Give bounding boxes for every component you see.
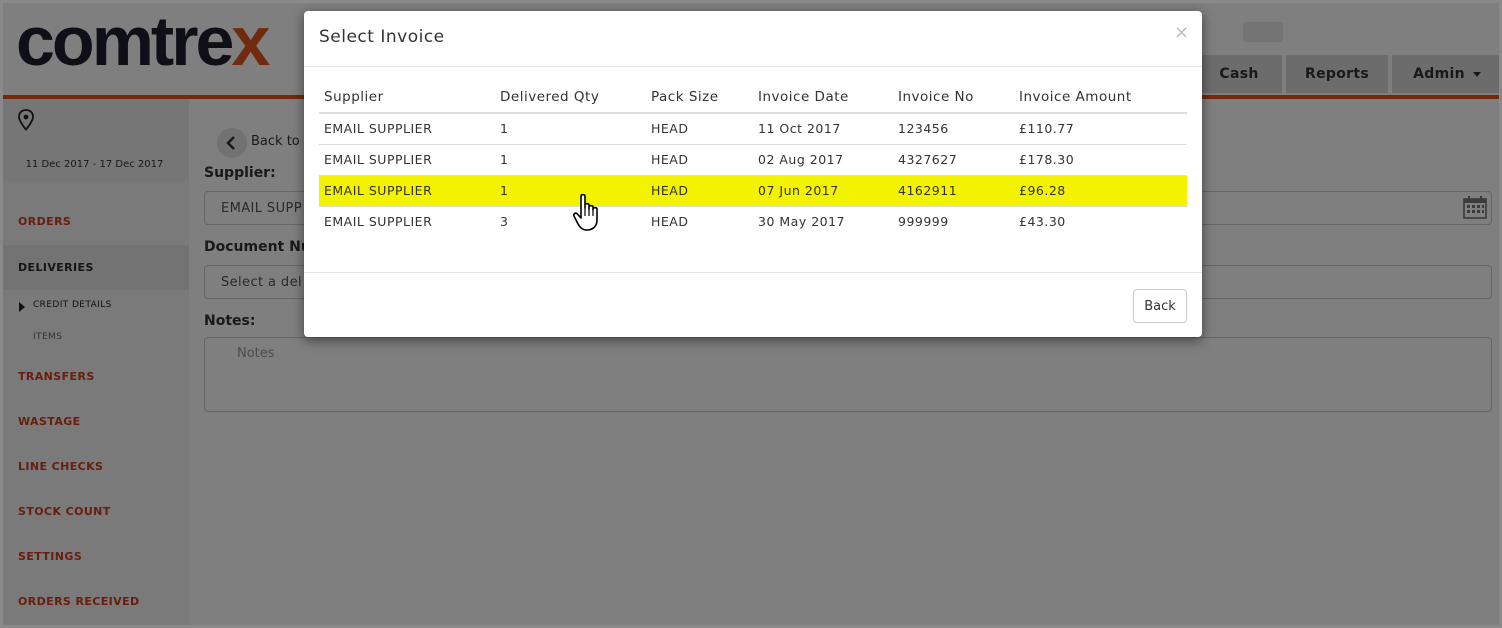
modal-footer: Back: [304, 272, 1202, 337]
cell-invoice-amount: £43.30: [1014, 205, 1187, 237]
table-row[interactable]: EMAIL SUPPLIER 1 HEAD 11 Oct 2017 123456…: [319, 112, 1187, 144]
back-button-modal[interactable]: Back: [1133, 289, 1187, 323]
cell-pack-size: HEAD: [646, 174, 753, 206]
cell-delivered-qty: 3: [495, 205, 646, 237]
cell-pack-size: HEAD: [646, 112, 753, 144]
cell-invoice-amount: £96.28: [1014, 174, 1187, 206]
cell-supplier: EMAIL SUPPLIER: [319, 112, 495, 144]
cell-supplier: EMAIL SUPPLIER: [319, 174, 495, 206]
table-row[interactable]: EMAIL SUPPLIER 1 HEAD 02 Aug 2017 432762…: [319, 143, 1187, 175]
select-invoice-modal: Select Invoice × Supplier Delivered Qty …: [304, 11, 1202, 337]
cell-invoice-no: 4327627: [893, 143, 1014, 175]
cell-invoice-amount: £178.30: [1014, 143, 1187, 175]
hand-pointer-icon: [572, 193, 598, 231]
cell-supplier: EMAIL SUPPLIER: [319, 205, 495, 237]
cell-invoice-no: 123456: [893, 112, 1014, 144]
cell-invoice-no: 999999: [893, 205, 1014, 237]
cell-invoice-date: 02 Aug 2017: [753, 143, 893, 175]
cell-invoice-amount: £110.77: [1014, 112, 1187, 144]
cell-pack-size: HEAD: [646, 143, 753, 175]
cell-delivered-qty: 1: [495, 112, 646, 144]
table-header-row: Supplier Delivered Qty Pack Size Invoice…: [319, 81, 1187, 114]
cell-invoice-date: 11 Oct 2017: [753, 112, 893, 144]
cell-pack-size: HEAD: [646, 205, 753, 237]
invoice-table: Supplier Delivered Qty Pack Size Invoice…: [319, 81, 1187, 237]
table-row[interactable]: EMAIL SUPPLIER 3 HEAD 30 May 2017 999999…: [319, 205, 1187, 237]
table-row-highlighted[interactable]: EMAIL SUPPLIER 1 HEAD 07 Jun 2017 416291…: [319, 174, 1187, 206]
cell-invoice-date: 07 Jun 2017: [753, 174, 893, 206]
cell-invoice-no: 4162911: [893, 174, 1014, 206]
cell-delivered-qty: 1: [495, 174, 646, 206]
cell-delivered-qty: 1: [495, 143, 646, 175]
column-header-invoice-date[interactable]: Invoice Date: [753, 81, 893, 114]
close-icon[interactable]: ×: [1174, 22, 1189, 43]
column-header-delivered-qty[interactable]: Delivered Qty: [495, 81, 646, 114]
cell-invoice-date: 30 May 2017: [753, 205, 893, 237]
modal-title: Select Invoice: [319, 27, 445, 47]
column-header-invoice-no[interactable]: Invoice No: [893, 81, 1014, 114]
column-header-pack-size[interactable]: Pack Size: [646, 81, 753, 114]
column-header-invoice-amount[interactable]: Invoice Amount: [1014, 81, 1187, 114]
column-header-supplier[interactable]: Supplier: [319, 81, 495, 114]
cell-supplier: EMAIL SUPPLIER: [319, 143, 495, 175]
modal-header: Select Invoice ×: [304, 11, 1202, 67]
